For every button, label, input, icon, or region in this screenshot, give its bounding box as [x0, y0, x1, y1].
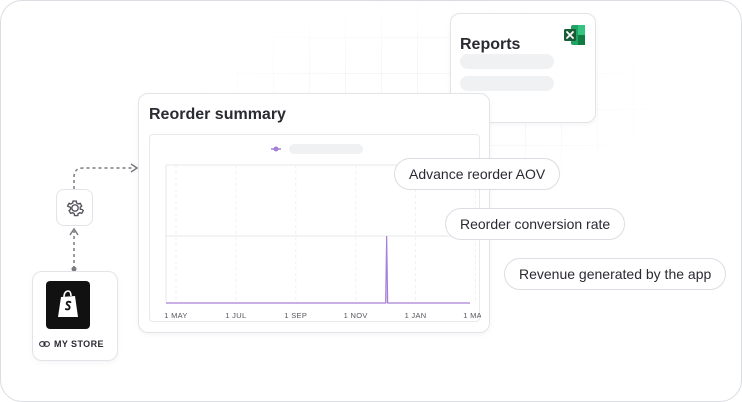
shopify-bag-icon: [58, 290, 78, 317]
x-tick-label: 1 MAY: [164, 311, 187, 320]
gear-icon: [66, 200, 85, 217]
legend-label-skeleton: [289, 144, 363, 154]
reorder-summary-title: Reorder summary: [149, 106, 286, 123]
settings-node[interactable]: [56, 189, 93, 226]
pill-revenue-generated[interactable]: Revenue generated by the app: [504, 258, 727, 290]
legend-marker: [273, 146, 279, 152]
link-icon: [39, 341, 50, 347]
shopify-tile: [46, 281, 90, 329]
pill-advance-reorder-aov[interactable]: Advance reorder AOV: [394, 158, 561, 190]
series-line: [166, 235, 470, 304]
x-tick-label: 1 SEP: [284, 311, 307, 320]
reorder-summary-card[interactable]: Reorder summary 1 MAY 1 JUL 1 SEP 1 NOV 1 JA…: [138, 93, 490, 333]
x-tick-label: 1 JAN: [405, 311, 427, 320]
excel-icon[interactable]: [564, 24, 586, 46]
canvas-frame: Reports Reorder summary 1 MAY 1 JUL 1 SEP 1…: [0, 0, 742, 402]
my-store-text: MY STORE: [54, 339, 104, 349]
reports-title: Reports: [460, 36, 521, 53]
skeleton-line: [460, 54, 554, 69]
my-store-card[interactable]: MY STORE: [32, 271, 118, 361]
x-tick-label: 1 MAR: [463, 311, 481, 320]
pill-reorder-conversion-rate[interactable]: Reorder conversion rate: [445, 208, 626, 240]
my-store-label[interactable]: MY STORE: [39, 339, 119, 349]
x-tick-label: 1 NOV: [344, 311, 368, 320]
skeleton-line: [460, 76, 554, 91]
x-tick-label: 1 JUL: [225, 311, 246, 320]
series-area: [166, 236, 470, 303]
